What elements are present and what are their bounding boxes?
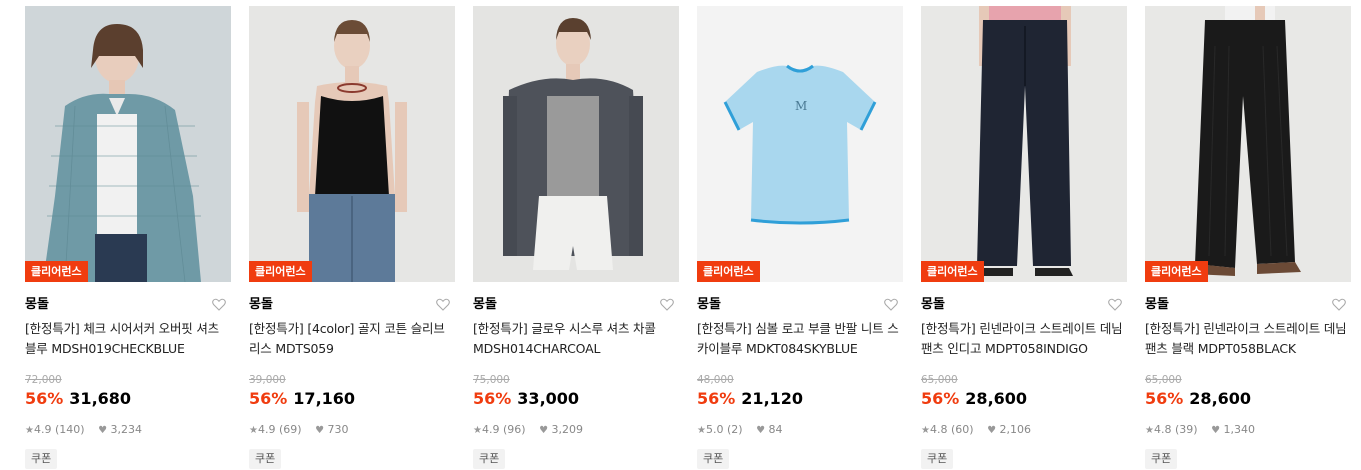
original-price: 65,000: [1145, 374, 1182, 386]
clearance-badge: 클리어런스: [697, 261, 760, 282]
star-icon: ★: [1145, 425, 1154, 436]
brand-name[interactable]: 몽돌: [921, 294, 1127, 316]
discount-rate: 56%: [921, 389, 960, 408]
product-title[interactable]: [한정특가] [4color] 골지 코튼 슬리브리스 MDTS059: [249, 319, 455, 359]
sale-price: 31,680: [69, 389, 132, 408]
coupon-tag: 쿠폰: [473, 449, 506, 469]
product-image[interactable]: 클리어런스: [921, 6, 1127, 282]
original-price: 48,000: [697, 374, 734, 386]
heart-outline-icon[interactable]: [659, 296, 675, 312]
heart-outline-icon[interactable]: [1331, 296, 1347, 312]
sky-blue-knit-tshirt-image: M: [697, 6, 903, 282]
review-count: (60): [950, 423, 974, 436]
sale-price: 28,600: [965, 389, 1028, 408]
discount-rate: 56%: [473, 389, 512, 408]
star-icon: ★: [921, 425, 930, 436]
brand-name[interactable]: 몽돌: [1145, 294, 1351, 316]
model-in-check-shirt-image: [25, 6, 231, 282]
clearance-badge: 클리어런스: [249, 261, 312, 282]
coupon-tag: 쿠폰: [697, 449, 730, 469]
original-price: 39,000: [249, 374, 286, 386]
brand-name[interactable]: 몽돌: [249, 294, 455, 316]
product-image[interactable]: 클리어런스: [1145, 6, 1351, 282]
product-title[interactable]: [한정특가] 린넨라이크 스트레이트 데님 팬츠 인디고 MDPT058INDI…: [921, 319, 1127, 359]
product-card[interactable]: M 클리어런스 몽돌 [한정특가] 심볼 로고 부클 반팔 니트 스카이블루 M…: [697, 6, 903, 469]
like-count: 730: [327, 423, 349, 436]
like-count: 1,340: [1223, 423, 1256, 436]
star-icon: ★: [473, 425, 482, 436]
like-count: 3,234: [110, 423, 143, 436]
rating: 4.9: [481, 423, 500, 436]
original-price: 75,000: [473, 374, 510, 386]
sale-price: 33,000: [517, 389, 580, 408]
product-card[interactable]: 클리어런스 몽돌 [한정특가] 린넨라이크 스트레이트 데님 팬츠 블랙 MDP…: [1145, 6, 1351, 469]
discount-rate: 56%: [25, 389, 64, 408]
star-icon: ★: [25, 425, 34, 436]
product-image[interactable]: 클리어런스: [25, 6, 231, 282]
product-title[interactable]: [한정특가] 글로우 시스루 셔츠 차콜 MDSH014CHARCOAL: [473, 319, 679, 359]
coupon-tag: 쿠폰: [25, 449, 58, 469]
discount-rate: 56%: [249, 389, 288, 408]
model-in-black-sleeveless-image: [249, 6, 455, 282]
review-count: (2): [726, 423, 743, 436]
clearance-badge: 클리어런스: [25, 261, 88, 282]
discount-rate: 56%: [697, 389, 736, 408]
heart-filled-icon: ♥: [98, 425, 108, 436]
like-count: 3,209: [551, 423, 584, 436]
black-denim-pants-image: [1145, 6, 1351, 282]
heart-filled-icon: ♥: [539, 425, 549, 436]
product-image[interactable]: [473, 6, 679, 282]
product-card[interactable]: 클리어런스 몽돌 [한정특가] 린넨라이크 스트레이트 데님 팬츠 인디고 MD…: [921, 6, 1127, 469]
rating: 4.8: [929, 423, 948, 436]
original-price: 72,000: [25, 374, 62, 386]
svg-text:M: M: [795, 99, 807, 113]
product-title[interactable]: [한정특가] 체크 시어서커 오버핏 셔츠 블루 MDSH019CHECKBLU…: [25, 319, 231, 359]
heart-filled-icon: ♥: [987, 425, 997, 436]
clearance-badge: 클리어런스: [1145, 261, 1208, 282]
rating: 4.9: [33, 423, 52, 436]
sale-price: 17,160: [293, 389, 356, 408]
rating: 5.0: [705, 423, 724, 436]
discount-rate: 56%: [1145, 389, 1184, 408]
star-icon: ★: [697, 425, 706, 436]
like-count: 84: [768, 423, 783, 436]
rating: 4.8: [1153, 423, 1172, 436]
heart-outline-icon[interactable]: [883, 296, 899, 312]
product-title[interactable]: [한정특가] 린넨라이크 스트레이트 데님 팬츠 블랙 MDPT058BLACK: [1145, 319, 1351, 359]
coupon-tag: 쿠폰: [1145, 449, 1178, 469]
review-count: (69): [278, 423, 302, 436]
clearance-badge: 클리어런스: [921, 261, 984, 282]
heart-outline-icon[interactable]: [1107, 296, 1123, 312]
product-grid: 클리어런스 몽돌 [한정특가] 체크 시어서커 오버핏 셔츠 블루 MDSH01…: [0, 0, 1361, 470]
product-card[interactable]: 클리어런스 몽돌 [한정특가] 체크 시어서커 오버핏 셔츠 블루 MDSH01…: [25, 6, 231, 469]
product-card[interactable]: 몽돌 [한정특가] 글로우 시스루 셔츠 차콜 MDSH014CHARCOAL …: [473, 6, 679, 469]
heart-outline-icon[interactable]: [211, 296, 227, 312]
review-count: (140): [54, 423, 85, 436]
heart-filled-icon: ♥: [315, 425, 325, 436]
like-count: 2,106: [999, 423, 1032, 436]
product-title[interactable]: [한정특가] 심볼 로고 부클 반팔 니트 스카이블루 MDKT084SKYBL…: [697, 319, 903, 359]
original-price: 65,000: [921, 374, 958, 386]
product-image[interactable]: M 클리어런스: [697, 6, 903, 282]
brand-name[interactable]: 몽돌: [473, 294, 679, 316]
sale-price: 21,120: [741, 389, 804, 408]
product-image[interactable]: 클리어런스: [249, 6, 455, 282]
model-in-charcoal-shirt-image: [473, 6, 679, 282]
star-icon: ★: [249, 425, 258, 436]
brand-name[interactable]: 몽돌: [697, 294, 903, 316]
coupon-tag: 쿠폰: [249, 449, 282, 469]
heart-filled-icon: ♥: [1211, 425, 1221, 436]
brand-name[interactable]: 몽돌: [25, 294, 231, 316]
indigo-denim-pants-image: [921, 6, 1127, 282]
review-count: (96): [502, 423, 526, 436]
heart-filled-icon: ♥: [756, 425, 766, 436]
product-card[interactable]: 클리어런스 몽돌 [한정특가] [4color] 골지 코튼 슬리브리스 MDT…: [249, 6, 455, 469]
heart-outline-icon[interactable]: [435, 296, 451, 312]
review-count: (39): [1174, 423, 1198, 436]
sale-price: 28,600: [1189, 389, 1252, 408]
rating: 4.9: [257, 423, 276, 436]
coupon-tag: 쿠폰: [921, 449, 954, 469]
